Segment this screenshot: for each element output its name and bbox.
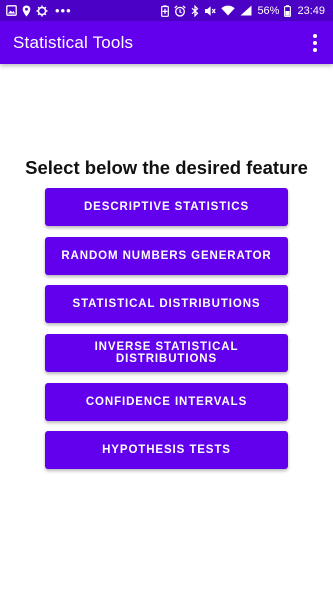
random-numbers-generator-button[interactable]: RANDOM NUMBERS GENERATOR bbox=[45, 236, 288, 275]
inverse-statistical-distributions-button[interactable]: INVERSE STATISTICAL DISTRIBUTIONS bbox=[45, 334, 288, 373]
overflow-menu-icon[interactable] bbox=[307, 31, 323, 55]
confidence-intervals-button[interactable]: CONFIDENCE INTERVALS bbox=[45, 382, 288, 421]
settings-icon bbox=[36, 5, 48, 17]
mute-icon bbox=[204, 5, 217, 17]
battery-saver-icon bbox=[161, 4, 170, 17]
location-icon bbox=[22, 5, 31, 17]
image-icon bbox=[6, 5, 17, 16]
clock: 23:49 bbox=[297, 4, 325, 17]
signal-icon bbox=[240, 5, 252, 16]
status-bar-left: ••• bbox=[6, 4, 72, 17]
page-heading: Select below the desired feature bbox=[25, 157, 308, 178]
hypothesis-tests-button[interactable]: HYPOTHESIS TESTS bbox=[45, 431, 288, 470]
more-notifications-indicator: ••• bbox=[55, 3, 72, 18]
status-bar-right: 56% 23:49 bbox=[161, 4, 325, 17]
app-title: Statistical Tools bbox=[13, 32, 134, 52]
battery-percent: 56% bbox=[257, 4, 280, 17]
alarm-icon bbox=[174, 4, 187, 17]
app-bar: Statistical Tools bbox=[0, 21, 333, 64]
descriptive-statistics-button[interactable]: DESCRIPTIVE STATISTICS bbox=[45, 188, 288, 226]
bluetooth-icon bbox=[191, 4, 199, 17]
wifi-icon bbox=[221, 5, 236, 16]
battery-icon bbox=[284, 4, 292, 17]
feature-menu: DESCRIPTIVE STATISTICS RANDOM NUMBERS GE… bbox=[45, 188, 288, 480]
status-bar: ••• 56% 23:49 bbox=[0, 0, 333, 21]
statistical-distributions-button[interactable]: STATISTICAL DISTRIBUTIONS bbox=[45, 285, 288, 324]
